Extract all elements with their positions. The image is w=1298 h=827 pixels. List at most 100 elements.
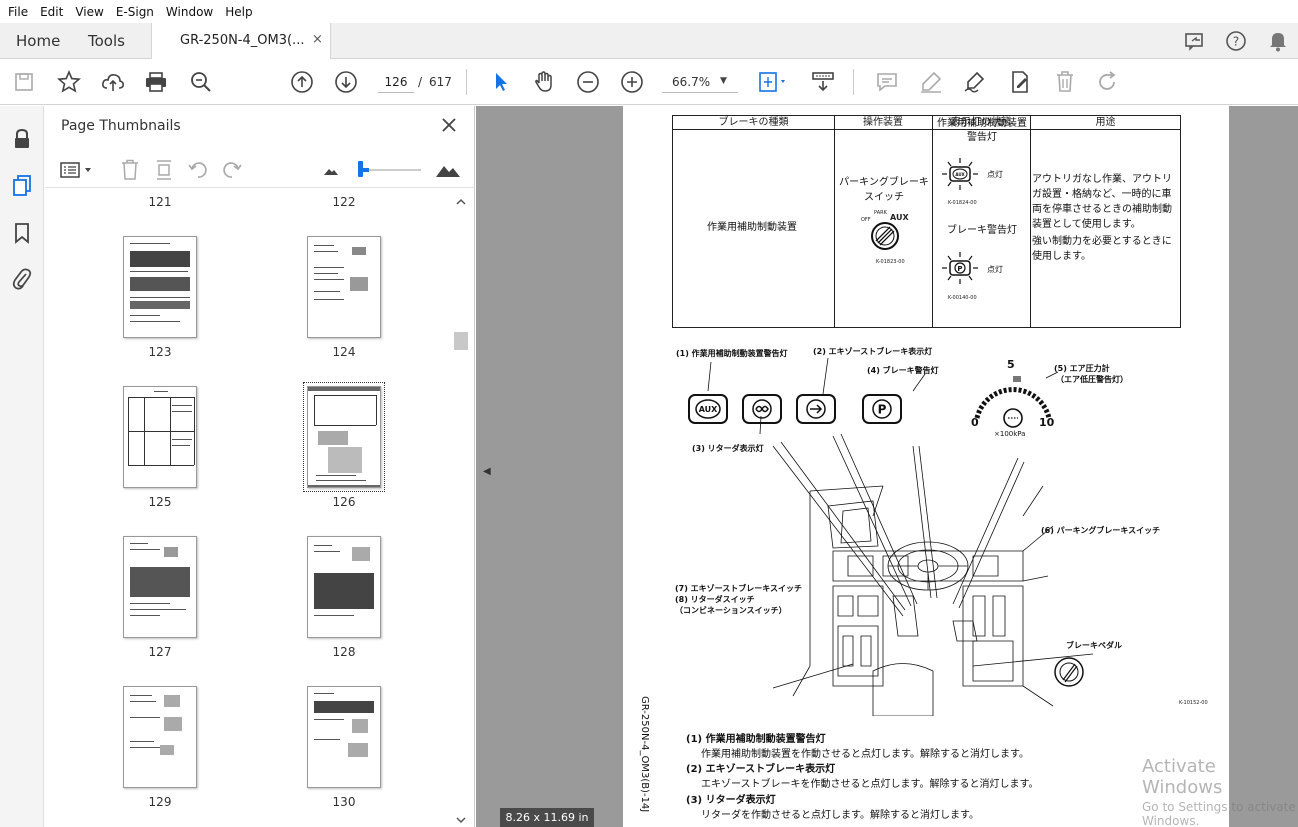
extract-page-icon[interactable]	[152, 158, 176, 182]
scrollbar-thumb[interactable]	[454, 332, 468, 350]
redo-icon[interactable]	[1095, 69, 1121, 95]
table-header-usage: 用途	[1030, 116, 1181, 130]
comment-icon[interactable]	[874, 69, 900, 95]
help-icon[interactable]: ?	[1223, 29, 1249, 53]
thumbnail-label: 121	[148, 195, 172, 209]
zoom-dropdown[interactable]: 66.7% ▼	[662, 71, 738, 93]
save-icon[interactable]	[11, 69, 37, 95]
next-page-icon[interactable]	[333, 69, 359, 95]
lamp1-title-line2: 警告灯	[967, 132, 997, 143]
page-size-badge: 8.26 x 11.69 in	[500, 808, 594, 827]
lamp1-on-label: 点灯	[987, 170, 1003, 179]
menu-edit[interactable]: Edit	[34, 5, 69, 19]
zoom-out-icon[interactable]	[575, 69, 601, 95]
desc-text-3: リターダを作動させると点灯します。解除すると消灯します。	[701, 810, 979, 821]
thumbnail-label: 129	[148, 795, 172, 809]
close-icon[interactable]	[439, 115, 459, 135]
tab-close-button[interactable]: ×	[312, 32, 323, 47]
usage-line-4: 装置として使用します。	[1032, 219, 1141, 230]
bookmarks-icon[interactable]	[9, 220, 35, 246]
attachment-paperclip-icon[interactable]	[9, 266, 35, 292]
brake-table: ブレーキの種類 操作装置 表示灯の状態 用途 作業用補助制動装置 パーキングブレ…	[672, 115, 1181, 328]
desc-text-1: 作業用補助制動装置を作動させると点灯します。解除すると消灯します。	[701, 749, 1029, 760]
menu-help[interactable]: Help	[219, 5, 258, 19]
thumbnail-page-128[interactable]	[307, 536, 381, 638]
tab-tools[interactable]: Tools	[88, 32, 125, 50]
menu-view[interactable]: View	[69, 5, 109, 19]
usage-line-2: ガ設置・格納など、一時的に車	[1032, 189, 1172, 200]
thumbnail-list: 121 122 123 124 125 126 127 128 129 130	[45, 189, 475, 827]
thumbnail-page-127[interactable]	[123, 536, 197, 638]
desc-heading-2: (2) エキゾーストブレーキ表示灯	[686, 764, 836, 775]
svg-text:?: ?	[1233, 35, 1239, 49]
scroll-mode-icon[interactable]	[810, 69, 836, 95]
rotate-left-icon[interactable]	[186, 158, 210, 182]
switch-figure-code: K-01823-00	[876, 259, 905, 265]
tab-document[interactable]: GR-250N-4_OM3(... ×	[151, 23, 331, 59]
thumbnail-label: 123	[148, 345, 172, 359]
main-toolbar	[0, 59, 1298, 105]
thumbnail-page-125[interactable]	[123, 386, 197, 488]
table-header-device: 操作装置	[834, 116, 932, 130]
sign-pen-icon[interactable]	[962, 69, 988, 95]
zoom-value: 66.7%	[672, 75, 711, 89]
thumbnail-label: 124	[332, 345, 356, 359]
switch-aux-label: AUX	[890, 213, 909, 222]
delete-icon[interactable]	[1052, 69, 1078, 95]
lamp2-figure-code: K-00140-00	[948, 295, 977, 301]
left-rail	[0, 106, 44, 827]
print-icon[interactable]	[143, 69, 169, 95]
collapse-arrow-icon[interactable]: ◀	[483, 466, 491, 477]
thumbnail-page-124[interactable]	[307, 236, 381, 338]
thumbnail-page-130[interactable]	[307, 686, 381, 788]
previous-page-icon[interactable]	[289, 69, 315, 95]
zoom-search-icon[interactable]	[188, 69, 214, 95]
menu-esign[interactable]: E-Sign	[110, 5, 160, 19]
tab-home[interactable]: Home	[16, 32, 60, 50]
cab-interior-drawing	[707, 357, 1094, 716]
page-number-input[interactable]	[378, 71, 414, 93]
svg-text:P: P	[957, 265, 962, 273]
thumbnail-page-129[interactable]	[123, 686, 197, 788]
device-line2: スイッチ	[864, 192, 904, 203]
tab-bar: Home Tools GR-250N-4_OM3(... × ?	[0, 23, 1298, 59]
usage-line-1: アウトリガなし作業、アウトリ	[1032, 174, 1172, 185]
panel-title: Page Thumbnails	[61, 118, 181, 134]
menu-file[interactable]: File	[2, 5, 34, 19]
large-thumbnails-icon[interactable]	[433, 158, 463, 182]
notifications-bell-icon[interactable]	[1265, 29, 1291, 53]
delete-page-icon[interactable]	[118, 158, 142, 182]
rotate-right-icon[interactable]	[220, 158, 244, 182]
highlight-pen-icon[interactable]	[918, 69, 944, 95]
lock-icon[interactable]	[9, 126, 35, 152]
fit-page-icon[interactable]	[756, 69, 790, 95]
desc-text-2: エキゾーストブレーキを作動させると点灯します。解除すると消灯します。	[701, 779, 1039, 790]
hand-tool-icon[interactable]	[531, 69, 557, 95]
total-pages: 617	[429, 75, 452, 89]
thumbnail-label: 128	[332, 645, 356, 659]
upload-cloud-icon[interactable]	[100, 69, 126, 95]
thumbnail-page-123[interactable]	[123, 236, 197, 338]
page-thumbnails-panel: Page Thumbnails 121 122 123 124 125 126 …	[45, 106, 475, 827]
thumbnail-label: 127	[148, 645, 172, 659]
bookmark-star-icon[interactable]	[56, 69, 82, 95]
edit-pdf-icon[interactable]	[1007, 69, 1033, 95]
svg-text:AUX: AUX	[955, 172, 964, 177]
thumbnail-label: 130	[332, 795, 356, 809]
menu-bar: File Edit View E-Sign Window Help	[0, 0, 1298, 23]
thumbnail-size-slider[interactable]	[358, 161, 363, 177]
small-thumbnails-icon[interactable]	[319, 158, 343, 182]
menu-window[interactable]: Window	[160, 5, 219, 19]
thumbnail-size-track[interactable]	[363, 169, 421, 171]
brake-type-cell: 作業用補助制動装置	[707, 222, 797, 233]
thumbnail-size-fill	[363, 168, 369, 172]
zoom-in-icon[interactable]	[619, 69, 645, 95]
share-screen-icon[interactable]	[1182, 29, 1208, 53]
page-thumbnails-icon[interactable]	[9, 173, 35, 199]
device-line1: パーキングブレーキ	[839, 177, 929, 188]
thumbnail-scrollbar[interactable]	[453, 196, 469, 826]
thumbnail-page-126[interactable]	[303, 382, 385, 492]
thumbnail-label: 125	[148, 495, 172, 509]
select-cursor-icon[interactable]	[488, 69, 514, 95]
thumbnail-options-icon[interactable]	[59, 158, 97, 182]
